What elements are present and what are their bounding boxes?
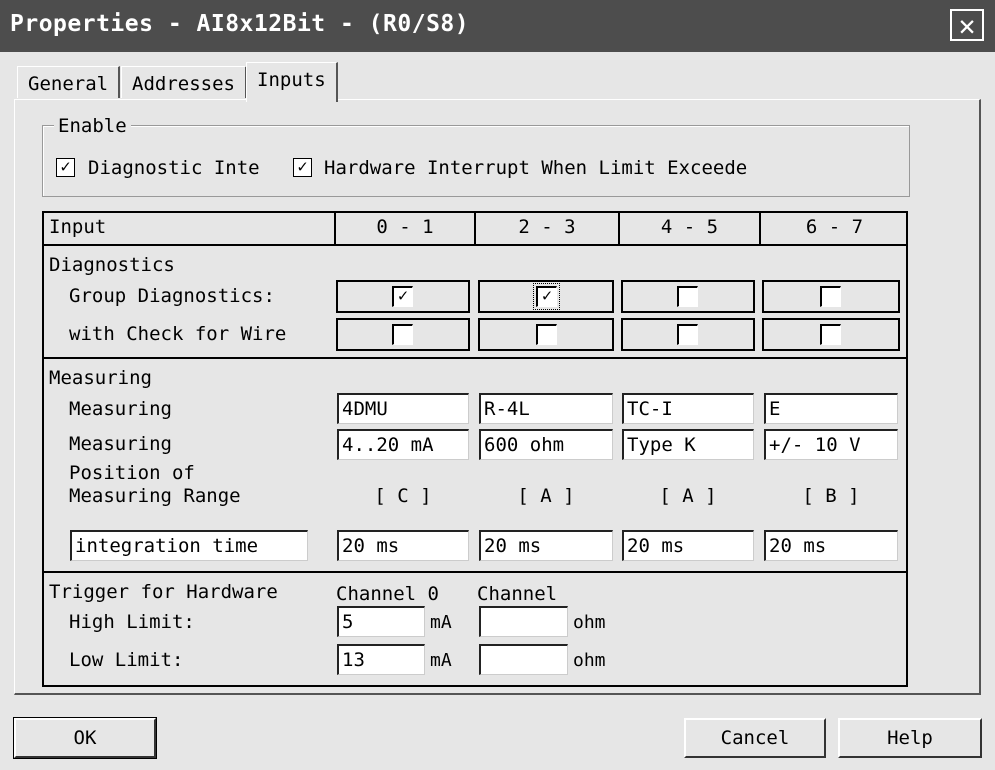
integration-time-field[interactable]: 20 ms — [337, 530, 469, 561]
tab-inputs[interactable]: Inputs — [246, 62, 338, 102]
channel0-label: Channel 0 — [336, 583, 439, 605]
wire-check-checkbox-1[interactable] — [536, 324, 557, 345]
measuring-range-field[interactable]: +/- 10 V — [764, 429, 898, 460]
ok-button[interactable]: OK — [13, 717, 157, 759]
position-value: [ A ] — [517, 485, 575, 507]
group-diagnostics-checkbox-0[interactable]: ✓ — [392, 286, 413, 307]
tab-general[interactable]: General — [17, 66, 121, 98]
hardware-interrupt-checkbox[interactable]: ✓ — [293, 158, 312, 177]
enable-legend: Enable — [54, 115, 131, 137]
measuring-range-field[interactable]: Type K — [622, 429, 754, 460]
measuring-range-label: Measuring — [69, 433, 172, 455]
measuring-title: Measuring — [49, 367, 152, 389]
integration-time-field[interactable]: 20 ms — [479, 530, 613, 561]
trigger-title: Trigger for Hardware — [49, 581, 278, 603]
input-header: Input — [49, 216, 107, 238]
ch0-low-limit-input[interactable]: 13 — [337, 644, 425, 675]
close-button[interactable]: ✕ — [950, 9, 984, 41]
ch-high-limit-input[interactable] — [479, 606, 568, 637]
position-label-2: Measuring Range — [69, 485, 241, 507]
measuring-type-field[interactable]: R-4L — [479, 393, 613, 424]
diagnostic-interrupt-label: Diagnostic Inte — [88, 157, 260, 179]
position-value: [ A ] — [659, 485, 717, 507]
high-limit-label: High Limit: — [69, 611, 195, 633]
check-icon: ✓ — [297, 157, 308, 177]
divider — [42, 571, 908, 573]
hardware-interrupt-label: Hardware Interrupt When Limit Exceede — [324, 157, 748, 179]
close-icon: ✕ — [958, 9, 976, 42]
measuring-type-field[interactable]: 4DMU — [337, 393, 469, 424]
column-header: 6 - 7 — [805, 216, 864, 238]
wire-check-label: with Check for Wire — [69, 323, 287, 345]
diagnostics-title: Diagnostics — [49, 254, 175, 276]
measuring-type-label: Measuring — [69, 398, 172, 420]
unit-label: mA — [430, 612, 452, 633]
help-button[interactable]: Help — [838, 718, 982, 758]
check-icon: ✓ — [60, 157, 71, 177]
cancel-button[interactable]: Cancel — [684, 718, 826, 758]
diagnostic-interrupt-checkbox[interactable]: ✓ — [56, 158, 75, 177]
window-title: Properties - AI8x12Bit - (R0/S8) — [10, 11, 470, 37]
measuring-range-field[interactable]: 600 ohm — [479, 429, 613, 460]
ch-low-limit-input[interactable] — [479, 644, 568, 675]
integration-time-field[interactable]: 20 ms — [622, 530, 754, 561]
tab-addresses[interactable]: Addresses — [121, 66, 247, 98]
position-value: [ B ] — [802, 485, 860, 507]
group-diagnostics-checkbox-2[interactable] — [677, 286, 698, 307]
divider — [42, 357, 908, 359]
integration-time-field[interactable]: 20 ms — [764, 530, 898, 561]
check-icon: ✓ — [541, 286, 553, 306]
column-header: 0 - 1 — [376, 216, 434, 238]
group-diagnostics-label: Group Diagnostics: — [69, 285, 275, 307]
position-value: [ C ] — [374, 485, 432, 507]
column-header: 2 - 3 — [518, 216, 576, 238]
integration-time-label-field[interactable]: integration time — [70, 530, 308, 561]
check-icon: ✓ — [397, 286, 409, 306]
wire-check-checkbox-2[interactable] — [677, 324, 698, 345]
column-header: 4 - 5 — [660, 216, 719, 238]
wire-check-checkbox-0[interactable] — [392, 324, 413, 345]
measuring-type-field[interactable]: E — [764, 393, 898, 424]
unit-label: mA — [430, 650, 452, 671]
group-diagnostics-checkbox-1[interactable]: ✓ — [533, 283, 560, 310]
wire-check-checkbox-3[interactable] — [820, 324, 841, 345]
measuring-range-field[interactable]: 4..20 mA — [337, 429, 469, 460]
channel-label: Channel — [477, 583, 558, 605]
position-label: Position of — [69, 462, 195, 484]
unit-label: ohm — [573, 650, 606, 671]
unit-label: ohm — [573, 612, 606, 633]
group-diagnostics-checkbox-3[interactable] — [820, 286, 841, 307]
low-limit-label: Low Limit: — [69, 649, 184, 671]
ch0-high-limit-input[interactable]: 5 — [337, 606, 425, 637]
measuring-type-field[interactable]: TC-I — [622, 393, 754, 424]
